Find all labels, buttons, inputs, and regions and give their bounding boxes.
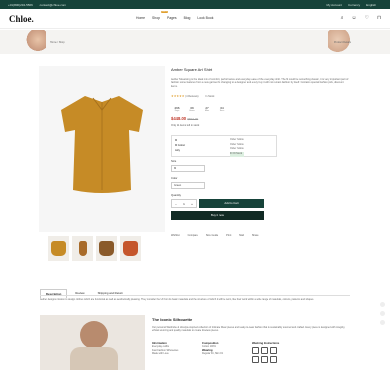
review-count[interactable]: (4 Reviews) — [185, 95, 198, 98]
shirt-image — [61, 96, 143, 193]
tab-divider — [40, 295, 350, 296]
stock-note: Only 11 items left in stock — [171, 123, 200, 127]
model-body — [70, 347, 118, 370]
nav-shop-label: Shop — [152, 16, 160, 20]
lifestyle-photo — [40, 315, 145, 370]
header-icons: ⌕ ☺ ♡ ⊓ — [333, 15, 381, 21]
email-text[interactable]: contact@chloe.com — [40, 3, 66, 7]
thumbnail[interactable] — [48, 236, 69, 261]
bleach-icon — [261, 347, 268, 355]
side-floating-icons — [380, 302, 385, 329]
phone-text: +01(800)234-5566 — [8, 2, 33, 7]
rating-stars: ★★★★★ — [171, 93, 185, 98]
dry-icon — [252, 356, 259, 364]
iron-icon — [270, 347, 277, 355]
side-icon[interactable] — [380, 320, 385, 325]
product-title: Amber Square Art Shirt — [171, 67, 213, 72]
compare-link[interactable]: Compare — [188, 234, 198, 237]
product-info: Amber Square Art Shirt Aether Streaming … — [171, 67, 351, 127]
breadcrumb-left[interactable]: Home / Shop — [50, 41, 65, 44]
thumbnail-strip — [48, 236, 144, 261]
washing-icons — [252, 347, 282, 365]
quantity-stepper[interactable]: − 1 + — [171, 199, 197, 208]
heart-icon[interactable]: ♡ — [365, 15, 369, 21]
cart-icon[interactable]: ⊓ — [377, 15, 381, 21]
product-price: $448.00 $592.00 — [171, 116, 351, 121]
color-select[interactable]: Green — [171, 182, 205, 189]
product-description: Aether Streaming is the ideal mix of com… — [171, 78, 349, 88]
wishlist-link[interactable]: Wishlist — [171, 234, 180, 237]
site-header: Chloe. Home Shop HOT Pages Blog Look Book… — [0, 9, 390, 29]
print-link[interactable]: Print — [226, 234, 231, 237]
thumbnail[interactable] — [72, 236, 93, 261]
buy-now-button[interactable]: Buy it now — [171, 211, 264, 220]
top-bar: +01(800)234-5566 contact@chloe.com My Ac… — [0, 0, 390, 9]
size-select[interactable]: M — [171, 165, 205, 172]
rating: ★★★★★ (4 Reviews) In Stock — [171, 94, 351, 98]
search-icon[interactable]: ⌕ — [341, 15, 344, 21]
side-icon[interactable] — [380, 311, 385, 316]
variant-options: Order Yellow Order Yellow Order Yellow I… — [230, 138, 244, 157]
account-link[interactable]: My Account — [326, 3, 342, 7]
nav-blog[interactable]: Blog — [184, 16, 191, 20]
model-head — [80, 321, 108, 349]
logo[interactable]: Chloe. — [9, 14, 34, 24]
timer-days: 296 Days — [174, 105, 180, 112]
user-icon[interactable]: ☺ — [352, 15, 357, 21]
product-tabs: Description Review Shipping and Return — [40, 289, 131, 298]
thumbnail[interactable] — [96, 236, 117, 261]
add-to-cart-button[interactable]: Add to Cart — [199, 199, 264, 208]
timer-secs: 04 Secs — [219, 105, 225, 112]
timer-mins: 27 Mins — [204, 105, 210, 112]
nav-badge: HOT — [161, 11, 168, 13]
current-price: $448.00 — [171, 115, 187, 121]
tab-shipping[interactable]: Shipping and Return — [93, 289, 129, 298]
stock-status: In Stock — [205, 94, 215, 98]
info-column: Information Everyday outfits Fast Fashio… — [152, 342, 179, 356]
quantity-value[interactable]: 1 — [183, 202, 185, 206]
variant-option[interactable]: IN IN Stock — [230, 152, 244, 157]
wash-icon — [252, 347, 259, 355]
size-guide-link[interactable]: Size Guide — [206, 234, 218, 237]
page-banner: Home / Shop Product Details — [0, 30, 390, 54]
section-text: Our personal Wardrobe & Lifestyle-inspir… — [152, 326, 346, 333]
variant-rows: M M Colour Jelly — [175, 138, 185, 153]
top-bar-links: My Account Currency English — [326, 3, 382, 7]
tab-review[interactable]: Review — [70, 289, 89, 298]
main-nav: Home Shop HOT Pages Blog Look Book — [136, 11, 220, 20]
variant-table: M M Colour Jelly Order Yellow Order Yell… — [171, 135, 277, 157]
composition-column: Composition Cotton 100% Wearing Regular … — [202, 342, 223, 356]
currency-select[interactable]: Currency — [348, 3, 360, 7]
info-columns: Information Everyday outfits Fast Fashio… — [152, 342, 302, 365]
timer-hours: 09 Hours — [189, 105, 195, 112]
mail-link[interactable]: Mail — [239, 234, 244, 237]
quantity-label: Quantity — [171, 194, 182, 197]
tumble-icon — [261, 356, 268, 364]
old-price: $592.00 — [187, 116, 199, 121]
product-actions: Wishlist Compare Size Guide Print Mail S… — [171, 234, 267, 237]
size-label: Size — [171, 160, 177, 163]
breadcrumb-right: Product Details — [334, 41, 351, 44]
language-select[interactable]: English — [366, 3, 376, 7]
plus-icon[interactable]: + — [191, 202, 193, 206]
color-label: Color — [171, 177, 178, 180]
washing-column: Washing Instructions — [252, 342, 302, 365]
nav-home[interactable]: Home — [136, 16, 145, 20]
variant-row[interactable]: Jelly — [175, 148, 185, 153]
minus-icon[interactable]: − — [175, 202, 177, 206]
thumbnail[interactable] — [120, 236, 141, 261]
share-link[interactable]: Share — [252, 234, 259, 237]
nav-shop[interactable]: Shop HOT — [152, 11, 168, 20]
variant-option[interactable]: Order Yellow — [230, 138, 244, 143]
contact-info: +01(800)234-5566 contact@chloe.com — [8, 3, 72, 7]
banner-model-left — [26, 30, 46, 54]
section-title: The Iconic Silhouette — [152, 317, 193, 322]
countdown-timer: 296 Days 09 Hours 27 Mins 04 Secs — [171, 106, 351, 112]
clean-icon — [270, 356, 277, 364]
nav-lookbook[interactable]: Look Book — [197, 16, 213, 20]
nav-pages[interactable]: Pages — [167, 16, 177, 20]
tab-description[interactable]: Description — [40, 289, 68, 298]
side-icon[interactable] — [380, 302, 385, 307]
tab-content: Aether designs mission to design clothes… — [40, 298, 314, 301]
